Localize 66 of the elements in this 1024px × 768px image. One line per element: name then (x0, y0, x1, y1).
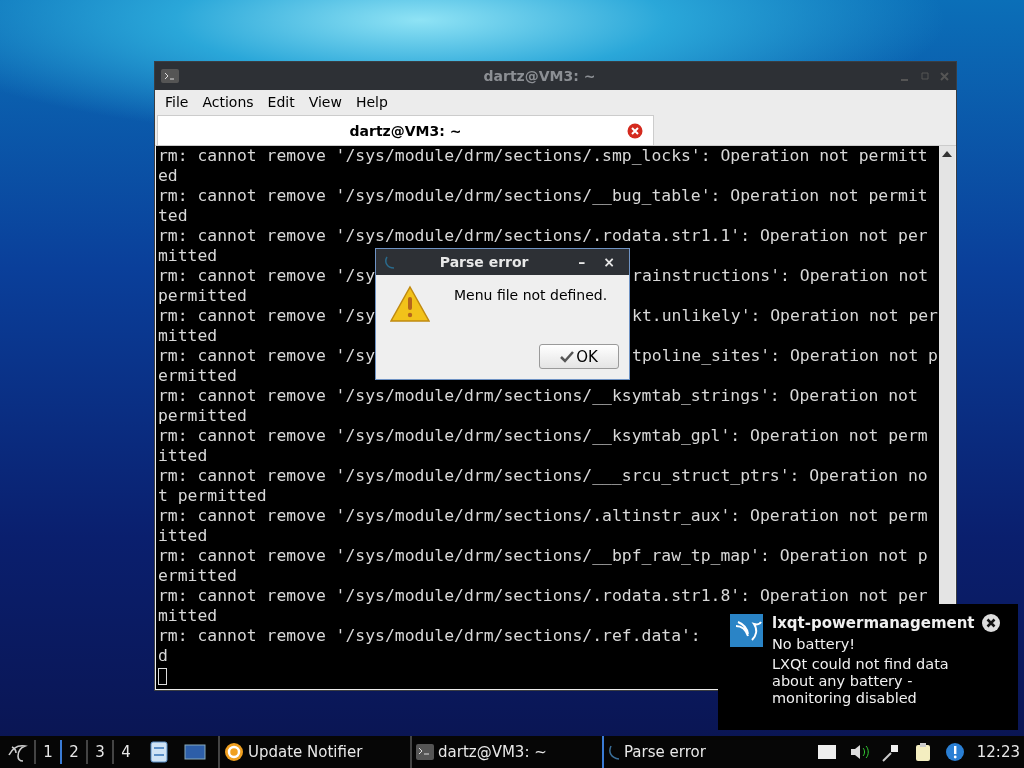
menu-item[interactable]: Edit (261, 91, 301, 112)
message-text: Menu file not defined. (454, 286, 609, 305)
tab[interactable]: dartz@VM3: ~ (157, 115, 654, 145)
desktop-button[interactable]: 1 (36, 736, 60, 768)
terminal-line: t permitted (158, 486, 267, 506)
ok-button[interactable]: OK (539, 344, 619, 369)
clock: 12:23 (976, 743, 1020, 761)
terminal-line: ted (158, 206, 188, 226)
terminal-line: rm: cannot remove '/sys/module/drm/sections/.smp_locks': Operation not permitt (158, 146, 928, 166)
terminal-line: rm: cannot remove '/sys/module/drm/sections/.ref.data': (158, 626, 701, 646)
dialog-title: Parse error (438, 254, 530, 270)
up-arrow-icon[interactable] (941, 150, 953, 158)
desktop-button[interactable]: 4 (114, 736, 138, 768)
terminal-line: ermitted (158, 366, 237, 386)
menu-item[interactable]: File (159, 91, 195, 112)
menu-item[interactable]: Help (349, 91, 394, 112)
terminal-icon (161, 69, 179, 83)
terminal-line: rm: cannot remove '/sys/module/drm/sections/__ksymtab_gpl': Operation not perm (158, 426, 928, 446)
terminal-line: mitted (158, 606, 218, 626)
notification-summary: No battery! (772, 636, 857, 652)
minimize-button[interactable]: – (572, 254, 592, 270)
terminal-line: rm: cannot remove '/sys/module/drm/sections/.altinstr_aux': Operation not perm (158, 506, 928, 526)
terminal-line: rm: cannot remove '/sys/module/drm/sections/__bug_table': Operation not permit (158, 186, 928, 206)
menu-item[interactable]: Actions (196, 91, 260, 112)
terminal-line: kt.unlikely': Operation not per (632, 306, 938, 326)
close-button[interactable]: × (597, 254, 621, 270)
terminal-line: rm: cannot remove '/sys/module/drm/sections/__bpf_raw_tp_map': Operation not p (158, 546, 928, 566)
terminal-line: ermitted (158, 566, 237, 586)
terminal-line: mitted (158, 246, 218, 266)
info-icon[interactable] (944, 742, 965, 762)
terminal-line: rm: cannot remove '/sy (158, 306, 376, 326)
terminal-line: rm: cannot remove '/sy (158, 346, 376, 366)
task-button[interactable]: Parse error (602, 736, 794, 768)
terminal-line: rm: cannot remove '/sys/module/drm/sections/___srcu_struct_ptrs': Operation no (158, 466, 928, 486)
notification-title: lxqt-powermanagement (772, 614, 976, 632)
warning-icon (390, 285, 430, 323)
terminal-line: itted (158, 526, 208, 546)
plug-icon[interactable] (880, 742, 901, 762)
screen-icon[interactable] (184, 742, 206, 762)
drive-icon[interactable] (816, 742, 837, 762)
window-title: dartz@VM3: ~ (482, 68, 597, 84)
desktop-button[interactable]: 2 (62, 736, 86, 768)
ring-icon (224, 742, 244, 762)
file-cabinet-icon[interactable] (150, 741, 168, 763)
task-button[interactable]: dartz@VM3: ~ (410, 736, 602, 768)
terminal-line: rm: cannot remove '/sys/module/drm/sections/.rodata.str1.1': Operation not per (158, 226, 928, 246)
terminal-line: permitted (158, 406, 247, 426)
check-icon (560, 350, 575, 363)
close-icon[interactable] (982, 614, 1000, 632)
terminal-line: rm: cannot remove '/sys/module/drm/sections/__ksymtab_strings': Operation not (158, 386, 919, 406)
terminal-line: d (158, 646, 168, 666)
task-button[interactable]: Update Notifier (218, 736, 410, 768)
notification-body: LXQt could not find data about any battery - monitoring disabled (772, 656, 950, 707)
speaker-icon[interactable] (848, 742, 869, 762)
terminal-line: ed (158, 166, 178, 186)
desktop-button[interactable]: 3 (88, 736, 112, 768)
terminal-icon (416, 744, 434, 760)
terminal-line: mitted (158, 326, 218, 346)
terminal-line: itted (158, 446, 208, 466)
terminal-line: rm: cannot remove '/sy (158, 266, 376, 286)
terminal-line: tpoline_sites': Operation not p (632, 346, 938, 366)
cursor (158, 668, 167, 685)
menu-item[interactable]: View (302, 91, 348, 112)
terminal-line: rm: cannot remove '/sys/module/drm/sections/.rodata.str1.8': Operation not per (158, 586, 928, 606)
terminal-line: permitted (158, 286, 247, 306)
terminal-line: rainstructions': Operation not (632, 266, 930, 286)
